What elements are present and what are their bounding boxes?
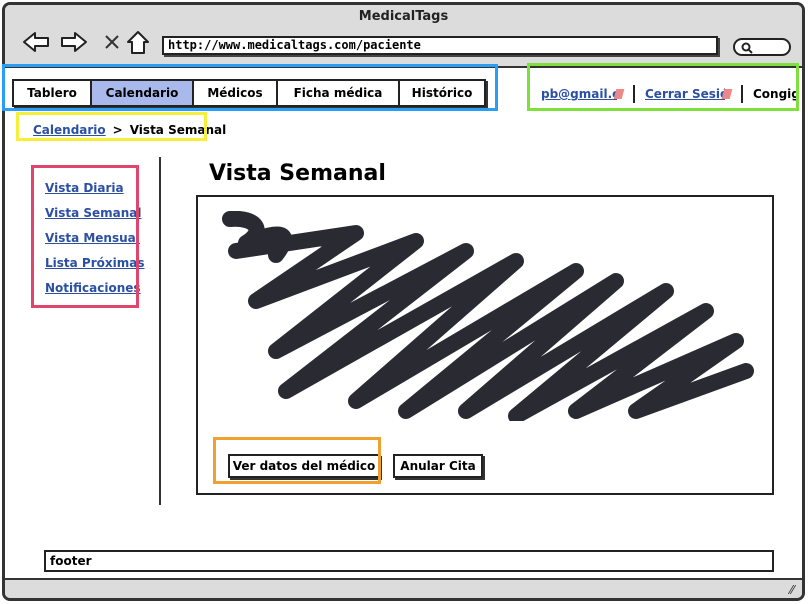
scribble-placeholder-image [222,211,754,421]
page-title: Vista Semanal [209,161,386,186]
tab-medicos[interactable]: Médicos [192,79,278,107]
tab-ficha-medica[interactable]: Ficha médica [276,79,400,107]
search-field[interactable] [733,38,791,56]
status-bar: ⁄⁄ [5,578,802,598]
sidebar-item-vista-semanal[interactable]: Vista Semanal [45,206,141,220]
tab-tablero[interactable]: Tablero [12,79,92,107]
sidebar-item-notificaciones[interactable]: Notificaciones [45,281,141,295]
tab-historico[interactable]: Histórico [398,79,486,107]
home-icon[interactable] [123,29,153,55]
weekly-view-panel: Ver datos del médico Anular Cita [196,195,774,495]
breadcrumb: Calendario > Vista Semanal [33,123,226,137]
chevron-right-icon: > [112,123,123,137]
breadcrumb-calendario-link[interactable]: Calendario [33,123,106,137]
title-bar: MedicalTags http://www.medicaltags.com/p… [5,5,802,68]
search-icon [741,42,753,54]
config-link[interactable]: Congig [753,87,800,101]
browser-window: MedicalTags http://www.medicaltags.com/p… [2,2,805,601]
sidebar-item-vista-diaria[interactable]: Vista Diaria [45,181,124,195]
sidebar-item-lista-proximas[interactable]: Lista Próximas [45,256,144,270]
tab-calendario[interactable]: Calendario [90,79,194,107]
logout-link[interactable]: Cerrar Sesión [645,87,725,101]
user-bar: pb@gmail.com Cerrar Sesión Congig [541,84,800,104]
user-email-link[interactable]: pb@gmail.com [541,87,617,101]
sidebar-item-vista-mensual[interactable]: Vista Mensual [45,231,140,245]
address-bar[interactable]: http://www.medicaltags.com/paciente [162,36,718,55]
resize-grip-icon[interactable]: ⁄⁄ [790,583,794,597]
divider [633,85,635,103]
main-nav-tabs: Tablero Calendario Médicos Ficha médica … [12,79,486,107]
ver-datos-medico-button[interactable]: Ver datos del médico [228,454,380,478]
sidebar-divider [159,157,161,505]
breadcrumb-current: Vista Semanal [129,123,227,137]
sidebar-nav: Vista Diaria Vista Semanal Vista Mensual… [45,181,144,306]
divider [741,85,743,103]
window-title: MedicalTags [358,9,449,24]
pointer-cursor-icon [721,89,733,99]
back-arrow-icon[interactable] [21,29,51,55]
pointer-cursor-icon [613,89,625,99]
anular-cita-button[interactable]: Anular Cita [393,454,483,478]
footer: footer [44,550,774,572]
forward-arrow-icon[interactable] [59,29,89,55]
